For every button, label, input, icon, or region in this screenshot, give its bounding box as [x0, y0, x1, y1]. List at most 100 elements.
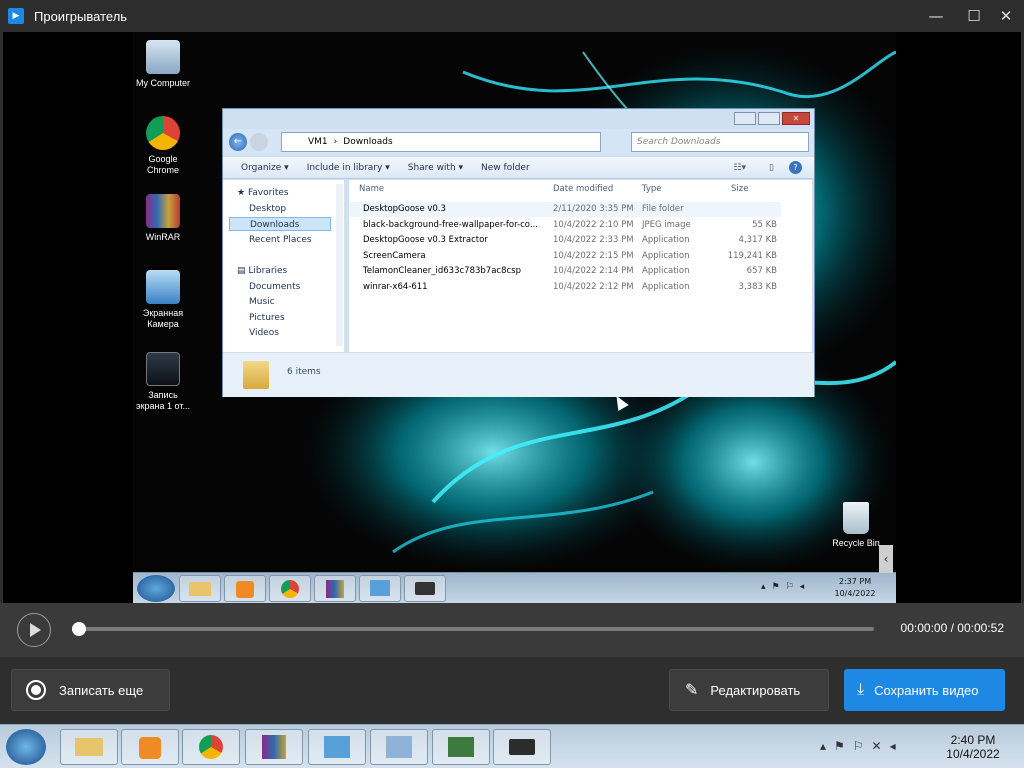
chevron-left-icon[interactable]: ‹	[879, 545, 893, 573]
nav-videos[interactable]: Videos	[249, 326, 279, 340]
file-name: DesktopGoose v0.3 Extractor	[363, 235, 488, 245]
start-orb-icon[interactable]	[6, 729, 46, 765]
breadcrumb-downloads[interactable]: Downloads	[343, 137, 392, 147]
back-arrow-icon[interactable]: ←	[229, 133, 247, 151]
taskbar-chrome[interactable]	[182, 729, 240, 765]
file-row[interactable]: DesktopGoose v0.3 2/11/2020 3:35 PM File…	[349, 202, 781, 217]
computer-icon	[146, 40, 180, 74]
nav-libraries[interactable]: ▤ Libraries	[237, 264, 287, 278]
explorer-toolbar: Organize ▾ Include in library ▾ Share wi…	[223, 157, 814, 179]
player-icon	[139, 737, 161, 759]
taskbar-explorer[interactable]	[60, 729, 118, 765]
tray-icons[interactable]: ▴⚑⚐✕◂	[820, 739, 904, 753]
column-size[interactable]: Size	[731, 184, 748, 194]
vm-tray-icons[interactable]: ▴⚑⚐◂	[761, 582, 810, 592]
taskbar-winrar[interactable]	[245, 729, 303, 765]
start-orb-icon[interactable]	[137, 575, 175, 602]
nav-favorites[interactable]: ★ Favorites	[237, 186, 289, 200]
record-again-button[interactable]: Записать еще	[11, 669, 170, 711]
edit-label: Редактировать	[710, 682, 801, 698]
desktop-icon-screen-camera[interactable]: Экранная Камера	[133, 270, 193, 330]
record-again-label: Записать еще	[59, 682, 144, 698]
share-with-button[interactable]: Share with ▾	[408, 163, 463, 173]
download-icon: ⤓	[857, 681, 865, 698]
include-in-library-button[interactable]: Include in library ▾	[307, 163, 390, 173]
close-button[interactable]: ✕	[988, 4, 1024, 28]
taskbar-player[interactable]	[121, 729, 179, 765]
file-date: 2/11/2020 3:35 PM	[553, 204, 634, 214]
nav-music[interactable]: Music	[249, 295, 275, 309]
view-options-icon[interactable]: ☷▾	[733, 163, 746, 173]
nav-downloads[interactable]: Downloads	[229, 217, 331, 231]
column-name[interactable]: Name	[359, 184, 384, 194]
column-date-modified[interactable]: Date modified	[553, 184, 613, 194]
explorer-window[interactable]: ✕ ← VM1 › Downloads Search Downloads Org…	[222, 108, 815, 397]
taskbar-remote-desktop[interactable]	[370, 729, 428, 765]
file-row[interactable]: black-background-free-wallpaper-for-co..…	[349, 218, 781, 233]
forward-arrow-icon[interactable]	[250, 133, 268, 151]
file-name: ScreenCamera	[363, 251, 426, 261]
address-bar[interactable]: VM1 › Downloads	[281, 132, 601, 152]
file-date: 10/4/2022 2:15 PM	[553, 251, 634, 261]
chrome-icon	[146, 116, 180, 150]
maximize-button[interactable]: ☐	[956, 4, 992, 28]
desktop-icon-recording[interactable]: Запись экрана 1 от...	[133, 352, 193, 412]
desktop-icon-winrar[interactable]: WinRAR	[133, 194, 193, 243]
vm-taskbar-player[interactable]	[224, 575, 266, 602]
organize-button[interactable]: Organize ▾	[241, 163, 289, 173]
vm-taskbar-explorer[interactable]	[179, 575, 221, 602]
file-date: 10/4/2022 2:12 PM	[553, 282, 634, 292]
taskbar-monitor[interactable]	[432, 729, 490, 765]
vm-taskbar-chrome[interactable]	[269, 575, 311, 602]
taskbar-screen-camera[interactable]	[308, 729, 366, 765]
system-clock[interactable]: 2:40 PM 10/4/2022	[938, 733, 1008, 761]
edit-button[interactable]: ✎ Редактировать	[669, 669, 829, 711]
file-type: File folder	[642, 204, 684, 214]
desktop-icon-chrome[interactable]: Google Chrome	[133, 116, 193, 176]
new-folder-button[interactable]: New folder	[481, 163, 530, 173]
desktop-icon-label: My Computer	[135, 78, 190, 88]
file-name: black-background-free-wallpaper-for-co..…	[363, 220, 538, 230]
file-name: TelamonCleaner_id633c783b7ac8csp	[363, 266, 521, 276]
seek-handle[interactable]	[72, 622, 86, 636]
explorer-minimize-button[interactable]	[734, 112, 756, 125]
explorer-maximize-button[interactable]	[758, 112, 780, 125]
breadcrumb-vm1[interactable]: VM1	[308, 137, 328, 147]
nav-desktop[interactable]: Desktop	[249, 202, 286, 216]
column-type[interactable]: Type	[642, 184, 662, 194]
desktop-icon-label: WinRAR	[145, 232, 181, 242]
vm-clock[interactable]: 2:37 PM 10/4/2022	[823, 576, 887, 600]
file-size: 657 KB	[746, 266, 777, 276]
vm-taskbar-camera[interactable]	[404, 575, 446, 602]
file-row[interactable]: winrar-x64-611 10/4/2022 2:12 PM Applica…	[349, 280, 781, 295]
file-row[interactable]: ScreenCamera 10/4/2022 2:15 PM Applicati…	[349, 249, 781, 264]
preview-pane-icon[interactable]: ▯	[769, 163, 774, 173]
search-input[interactable]: Search Downloads	[631, 132, 809, 152]
explorer-close-button[interactable]: ✕	[782, 112, 810, 125]
file-row[interactable]: TelamonCleaner_id633c783b7ac8csp 10/4/20…	[349, 264, 781, 279]
minimize-button[interactable]: —	[918, 4, 954, 28]
taskbar-camera[interactable]	[493, 729, 551, 765]
desktop-icon-recycle-bin[interactable]: Recycle Bin	[826, 502, 886, 549]
chrome-icon	[281, 580, 299, 598]
nav-documents[interactable]: Documents	[249, 280, 300, 294]
play-button[interactable]	[17, 613, 51, 647]
nav-pictures[interactable]: Pictures	[249, 311, 285, 325]
nav-recent-places[interactable]: Recent Places	[249, 233, 312, 247]
help-icon[interactable]: ?	[789, 161, 802, 174]
folder-icon	[75, 738, 103, 756]
file-size: 55 KB	[752, 220, 777, 230]
record-icon	[26, 680, 46, 700]
vm-taskbar-winrar[interactable]	[314, 575, 356, 602]
app-title: Проигрыватель	[34, 8, 128, 24]
vm-taskbar-screen-camera[interactable]	[359, 575, 401, 602]
save-video-button[interactable]: ⤓ Сохранить видео	[844, 669, 1005, 711]
file-size: 3,383 KB	[738, 282, 777, 292]
desktop-icon-my-computer[interactable]: My Computer	[133, 40, 193, 89]
explorer-nav-bar: ← VM1 › Downloads Search Downloads	[223, 129, 814, 155]
video-viewport[interactable]: My Computer Google Chrome WinRAR Экранна…	[3, 32, 1021, 603]
file-list: Name Date modified Type Size DesktopGoos…	[349, 180, 812, 352]
seek-bar[interactable]	[79, 627, 874, 631]
nav-scrollbar[interactable]	[336, 184, 343, 346]
file-row[interactable]: DesktopGoose v0.3 Extractor 10/4/2022 2:…	[349, 233, 781, 248]
